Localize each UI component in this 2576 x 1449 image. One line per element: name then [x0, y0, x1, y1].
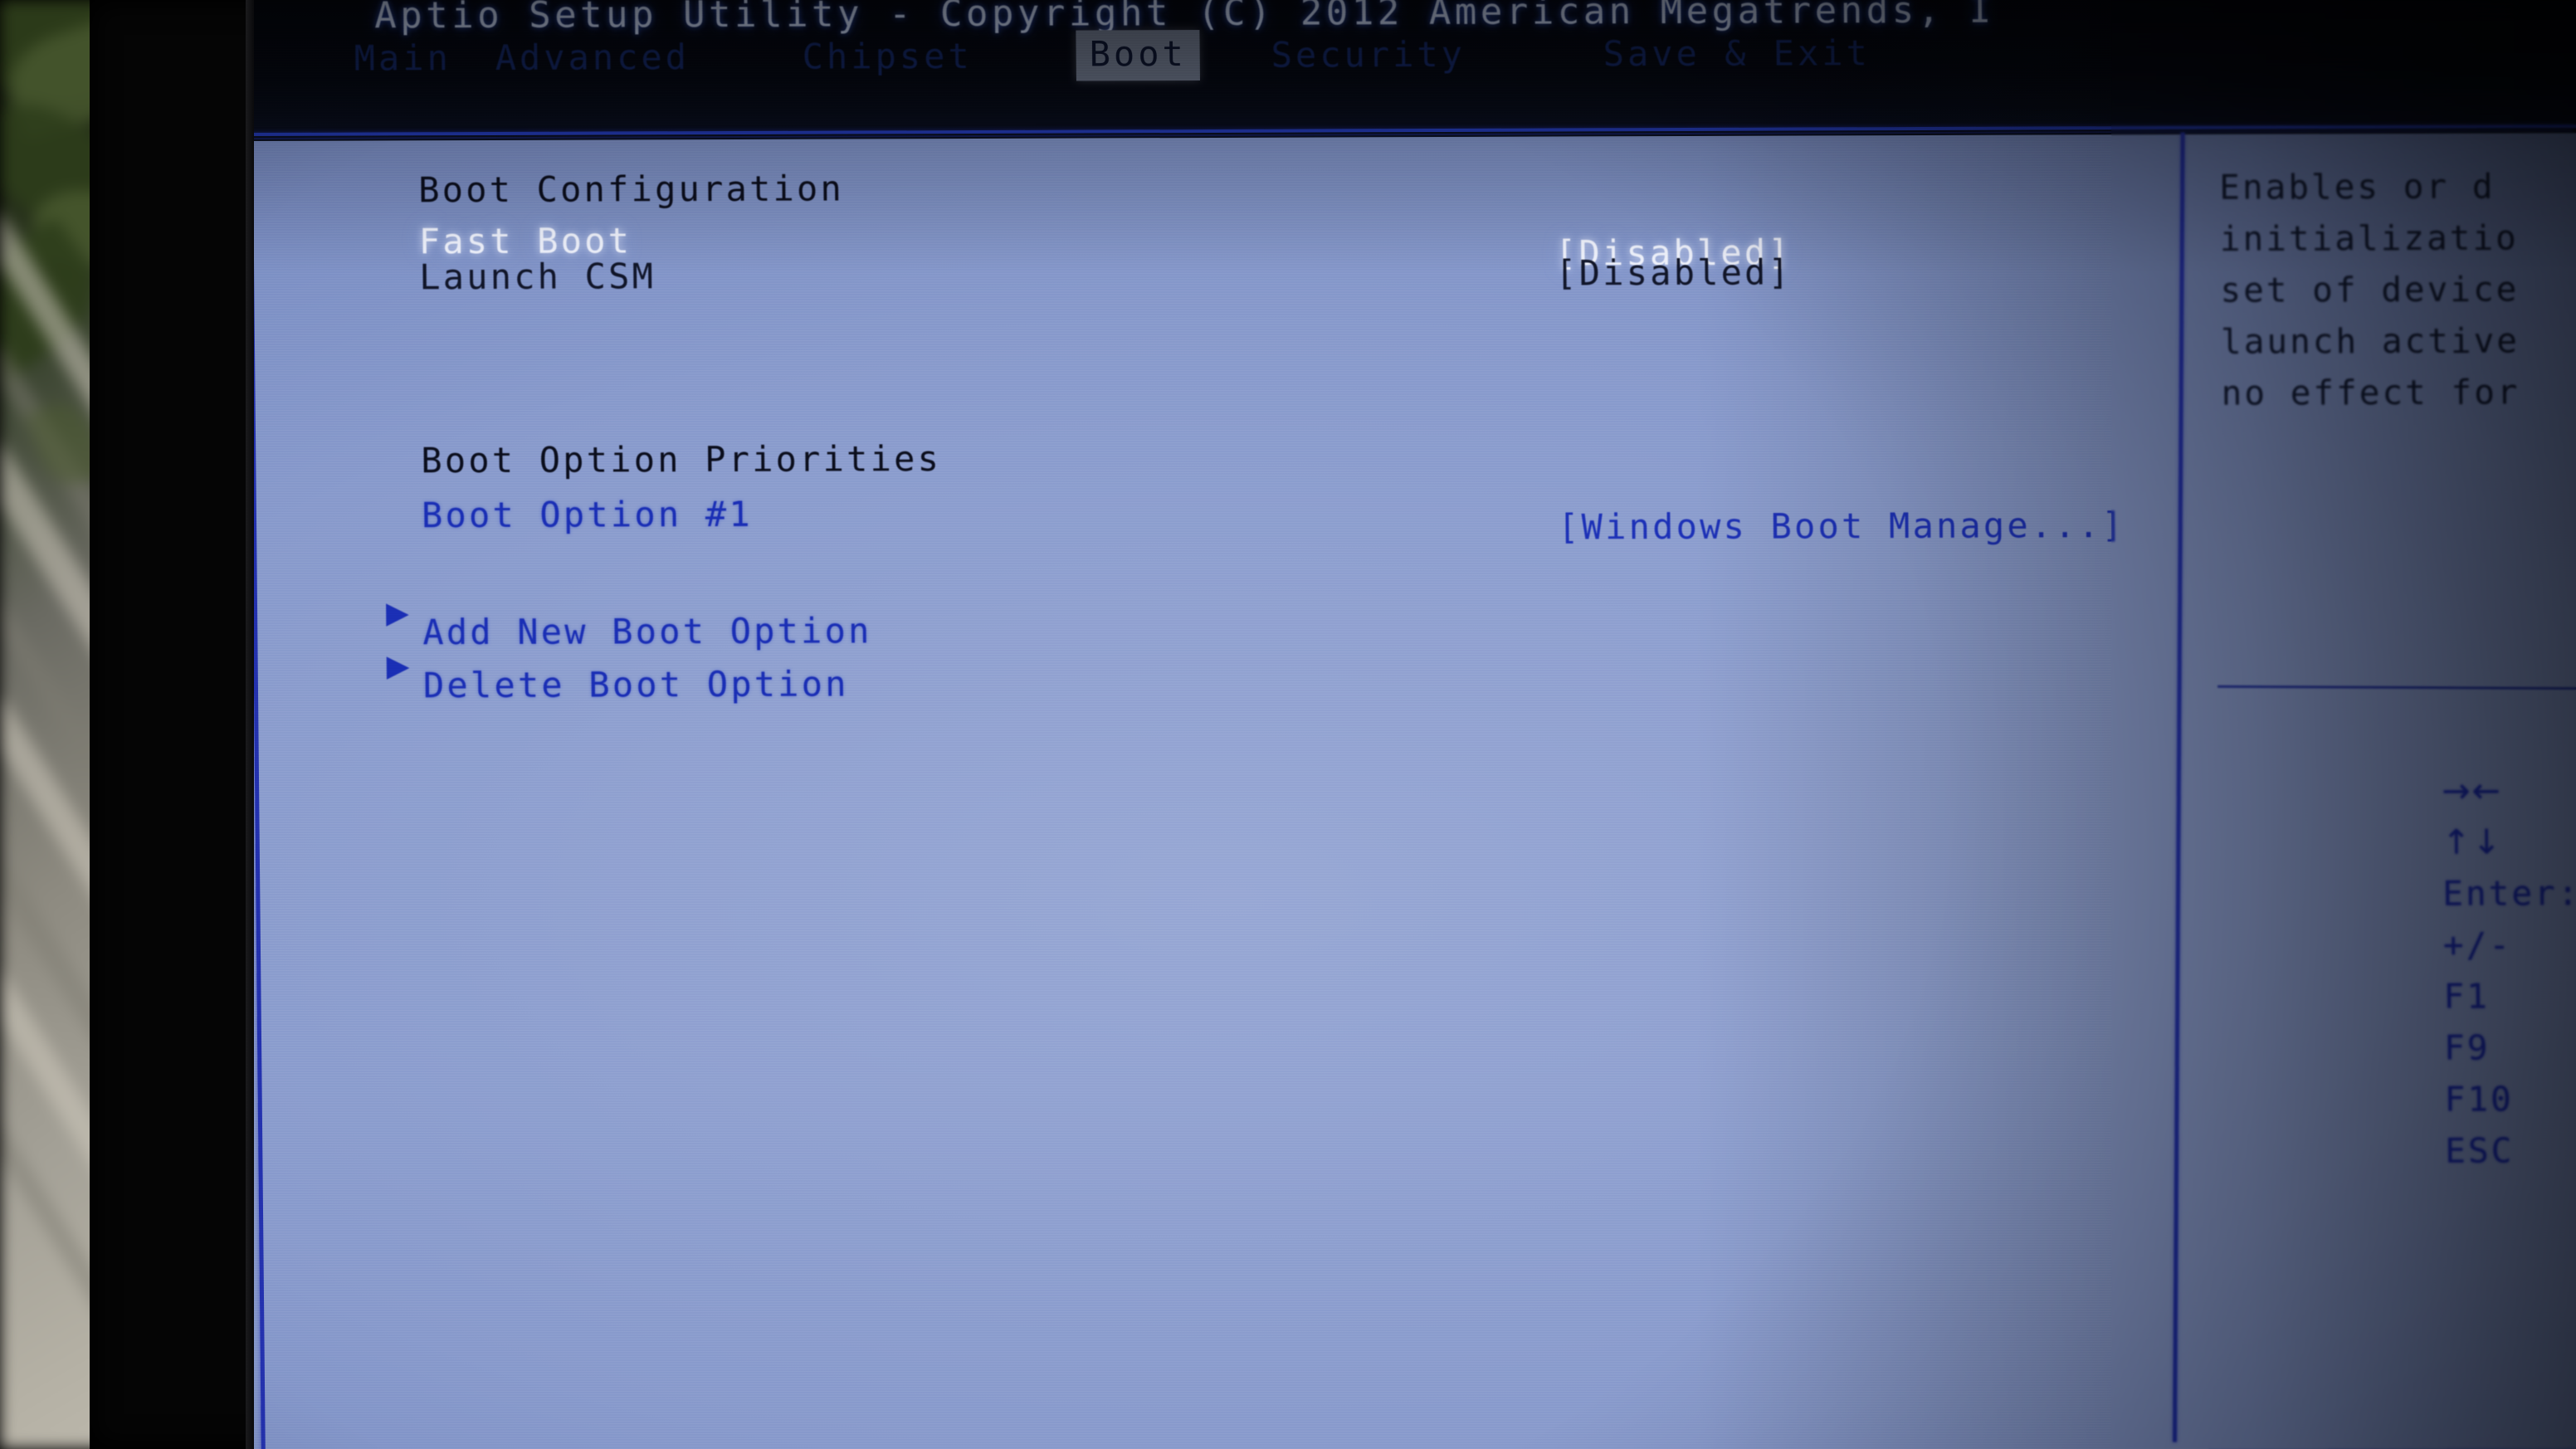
bios-screen: Aptio Setup Utility - Copyright (C) 2012…	[254, 0, 2576, 1449]
section-header-boot-option-priorities: Boot Option Priorities	[421, 438, 942, 481]
help-text-line: Enables or d	[2219, 166, 2496, 207]
setting-value-boot-option-1[interactable]: [Windows Boot Manage...]	[1558, 505, 2125, 547]
help-text-line: launch active	[2220, 320, 2520, 362]
help-separator	[2217, 685, 2576, 690]
setting-value-launch-csm[interactable]: [Disabled]	[1555, 252, 1792, 294]
list-item-boot-option-priorities: Boot Option Priorities	[258, 418, 2184, 481]
list-item-boot-configuration: Boot Configuration	[256, 148, 2182, 211]
monitor-bezel-edge	[246, 0, 254, 1449]
list-item-launch-csm[interactable]: Launch CSM [Disabled]	[256, 226, 2183, 298]
help-text-line: set of device	[2220, 269, 2520, 310]
setting-label-boot-option-1: Boot Option #1	[421, 493, 754, 536]
setting-label-launch-csm: Launch CSM	[418, 256, 656, 298]
photo-of-monitor: Aptio Setup Utility - Copyright (C) 2012…	[0, 0, 2576, 1449]
submenu-arrow-icon: ▶	[386, 649, 412, 684]
list-item-boot-option-1[interactable]: Boot Option #1 [Windows Boot Manage...]	[259, 473, 2185, 548]
menu-label-delete-boot-option: Delete Boot Option	[422, 663, 849, 706]
list-item-add-new-boot-option[interactable]: ▶ Add New Boot Option	[260, 574, 2186, 652]
submenu-arrow-icon: ▶	[385, 596, 411, 631]
help-panel: Enables or d initializatio set of device…	[2188, 0, 2576, 1442]
key-name-esc: ESC	[2445, 1130, 2515, 1171]
key-legend-esc: ESC: Exit	[2215, 1090, 2576, 1212]
help-text-line: no effect for	[2221, 372, 2520, 413]
list-item-delete-boot-option[interactable]: ▶ Delete Boot Option	[260, 627, 2186, 705]
settings-list: Boot Configuration Fast Boot [Disabled] …	[254, 0, 2193, 1449]
help-text-line: initializatio	[2219, 217, 2520, 259]
